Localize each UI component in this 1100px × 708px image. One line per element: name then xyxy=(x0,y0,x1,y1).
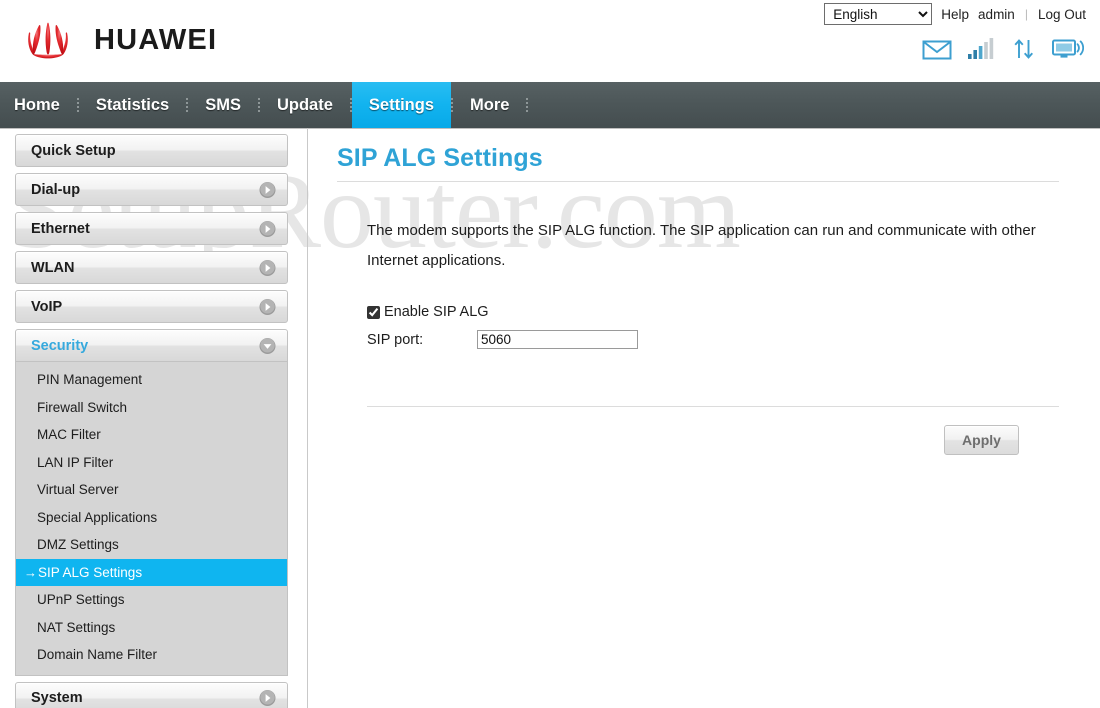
sidebar-subitem-dmz-settings[interactable]: DMZ Settings xyxy=(16,531,287,559)
sip-port-input[interactable] xyxy=(477,330,638,349)
sidebar-subitem-label: MAC Filter xyxy=(37,427,101,443)
sidebar-subitem-label: NAT Settings xyxy=(37,619,116,635)
sidebar-subitem-sip-alg-settings[interactable]: → SIP ALG Settings xyxy=(16,558,287,586)
connected-device-icon xyxy=(1052,39,1084,58)
huawei-flower-logo-icon xyxy=(28,22,68,59)
sidebar-subitem-virtual-server[interactable]: Virtual Server xyxy=(16,476,287,504)
main-navigation: Home Statistics SMS Update Settings More xyxy=(0,82,1100,128)
nav-divider xyxy=(186,97,189,113)
status-icon-group xyxy=(922,38,1084,60)
title-divider xyxy=(337,181,1059,182)
sip-alg-form: Enable SIP ALG SIP port: xyxy=(367,304,1059,349)
sidebar-subitem-label: Virtual Server xyxy=(37,482,119,498)
security-submenu: PIN Management Firewall Switch MAC Filte… xyxy=(15,362,288,676)
sidebar-item-label: System xyxy=(31,690,83,706)
top-utility-bar: English Help admin | Log Out xyxy=(824,3,1086,25)
enable-sip-alg-label: Enable SIP ALG xyxy=(384,304,489,320)
sidebar-item-security[interactable]: Security xyxy=(15,329,288,362)
chevron-right-icon xyxy=(259,259,276,276)
sidebar-subitem-label: LAN IP Filter xyxy=(37,454,114,470)
enable-sip-alg-row: Enable SIP ALG xyxy=(367,304,1059,320)
sidebar-subitem-pin-management[interactable]: PIN Management xyxy=(16,366,287,394)
sidebar-item-label: Quick Setup xyxy=(31,142,116,159)
sidebar-content-divider xyxy=(307,128,308,708)
signal-strength-icon xyxy=(968,38,994,59)
sidebar-subitem-label: PIN Management xyxy=(37,372,143,388)
nav-item-update[interactable]: Update xyxy=(260,82,350,128)
sidebar-item-label: VoIP xyxy=(31,298,63,315)
sidebar-subitem-nat-settings[interactable]: NAT Settings xyxy=(16,614,287,642)
chevron-right-icon xyxy=(259,220,276,237)
sidebar-subitem-firewall-switch[interactable]: Firewall Switch xyxy=(16,394,287,422)
chevron-right-icon xyxy=(259,181,276,198)
form-actions: Apply xyxy=(337,425,1059,455)
page-body: Quick Setup Dial-up Ethernet WLAN VoIP S… xyxy=(0,128,1100,708)
page-header: HUAWEI English Help admin | Log Out xyxy=(0,0,1100,82)
nav-item-sms[interactable]: SMS xyxy=(188,82,258,128)
sidebar-item-ethernet[interactable]: Ethernet xyxy=(15,212,288,245)
sidebar-subitem-label: SIP ALG Settings xyxy=(38,564,143,580)
sidebar-item-quick-setup[interactable]: Quick Setup xyxy=(15,134,288,167)
sidebar-subitem-mac-filter[interactable]: MAC Filter xyxy=(16,421,287,449)
sip-port-label: SIP port: xyxy=(367,331,424,348)
sidebar-menu: Quick Setup Dial-up Ethernet WLAN VoIP S… xyxy=(15,134,288,708)
chevron-down-icon xyxy=(259,337,276,354)
sidebar-subitem-label: Domain Name Filter xyxy=(37,647,158,663)
nav-divider xyxy=(76,97,79,113)
topbar-separator: | xyxy=(1024,7,1028,21)
page-title: SIP ALG Settings xyxy=(337,144,543,172)
sidebar-subitem-special-applications[interactable]: Special Applications xyxy=(16,504,287,532)
nav-item-statistics[interactable]: Statistics xyxy=(79,82,186,128)
active-item-arrow-icon: → xyxy=(24,564,37,580)
nav-divider xyxy=(526,97,529,113)
sidebar-subitem-label: Firewall Switch xyxy=(37,399,128,415)
logout-link[interactable]: Log Out xyxy=(1038,7,1086,22)
nav-divider xyxy=(257,97,260,113)
sidebar-subitem-label: UPnP Settings xyxy=(37,592,125,608)
chevron-right-icon xyxy=(259,690,276,706)
sidebar-subitem-domain-name-filter[interactable]: Domain Name Filter xyxy=(16,641,287,669)
data-transfer-icon xyxy=(1014,39,1034,59)
language-select[interactable]: English xyxy=(824,3,933,25)
message-icon xyxy=(922,40,952,60)
sidebar-item-label: Ethernet xyxy=(31,220,90,237)
nav-divider xyxy=(451,97,453,113)
enable-sip-alg-checkbox[interactable] xyxy=(367,305,380,319)
sidebar-item-wlan[interactable]: WLAN xyxy=(15,251,288,284)
main-content: SIP ALG Settings The modem supports the … xyxy=(337,136,1059,455)
brand-logo: HUAWEI xyxy=(12,16,217,64)
nav-divider xyxy=(349,97,352,113)
router-admin-page: SetupRouter.com HUAWEI English Help admi… xyxy=(0,0,1100,708)
sidebar-item-voip[interactable]: VoIP xyxy=(15,290,288,323)
sidebar-subitem-label: DMZ Settings xyxy=(37,537,119,553)
sidebar-item-label: Dial-up xyxy=(31,181,81,198)
apply-button[interactable]: Apply xyxy=(944,425,1019,455)
sidebar-subitem-label: Special Applications xyxy=(37,509,158,525)
chevron-right-icon xyxy=(259,298,276,315)
page-description: The modem supports the SIP ALG function.… xyxy=(367,222,1036,269)
form-divider xyxy=(367,406,1059,407)
brand-name: HUAWEI xyxy=(94,23,218,56)
admin-user-link[interactable]: admin xyxy=(978,7,1015,22)
sidebar-item-dial-up[interactable]: Dial-up xyxy=(15,173,288,206)
nav-item-more[interactable]: More xyxy=(453,82,526,128)
sidebar-item-label: WLAN xyxy=(31,259,75,276)
help-link[interactable]: Help xyxy=(941,7,969,22)
sidebar-subitem-upnp-settings[interactable]: UPnP Settings xyxy=(16,586,287,614)
sidebar-item-label: Security xyxy=(31,337,89,354)
sidebar-item-system[interactable]: System xyxy=(15,681,288,708)
sip-port-row: SIP port: xyxy=(367,330,1059,349)
nav-item-settings[interactable]: Settings xyxy=(351,82,451,128)
sidebar-subitem-lan-ip-filter[interactable]: LAN IP Filter xyxy=(16,449,287,477)
nav-item-home[interactable]: Home xyxy=(0,82,77,128)
